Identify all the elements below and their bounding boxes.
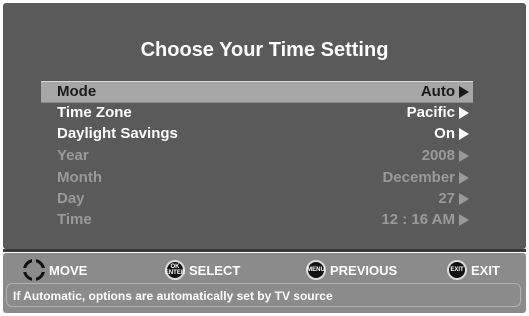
time-setting-menu: Choose Your Time Setting Mode Auto Time …	[3, 3, 526, 249]
info-message: If Automatic, options are automatically …	[6, 283, 521, 307]
menu-row-value: 12 : 16 AM	[381, 211, 455, 228]
nav-move[interactable]: MOVE	[23, 259, 87, 281]
right-arrow-icon[interactable]	[459, 128, 469, 140]
menu-row-day: Day 27	[41, 189, 473, 209]
right-arrow-icon	[459, 150, 469, 162]
nav-previous[interactable]: MENU PREVIOUS	[306, 259, 397, 281]
menu-row-value: Pacific	[406, 104, 455, 121]
nav-exit-label: EXIT	[471, 262, 500, 278]
menu-row-value: On	[434, 125, 455, 142]
nav-move-label: MOVE	[49, 262, 88, 278]
nav-select[interactable]: OK ENTER SELECT	[165, 259, 240, 281]
menu-icon: MENU	[306, 260, 326, 280]
menu-row-month: Month December	[41, 168, 473, 188]
menu-row-value-group: On	[434, 124, 469, 144]
menu-row-label: Year	[57, 147, 89, 164]
menu-row-year: Year 2008	[41, 146, 473, 166]
exit-icon-text: EXIT	[450, 267, 464, 273]
right-arrow-icon[interactable]	[459, 107, 469, 119]
ok-enter-icon: OK ENTER	[165, 260, 185, 280]
right-arrow-icon	[459, 172, 469, 184]
menu-row-label: Day	[57, 190, 85, 207]
nav-previous-label: PREVIOUS	[330, 262, 398, 278]
menu-row-label: Time Zone	[57, 104, 132, 121]
menu-row-value: Auto	[420, 83, 455, 100]
right-arrow-icon	[459, 214, 469, 226]
menu-row-value: 27	[438, 190, 455, 207]
navigation-bar: MOVE OK ENTER SELECT MENU PREVIOUS EXIT …	[3, 253, 526, 313]
enter-icon-text: ENTER	[164, 270, 186, 276]
menu-row-value-group: 12 : 16 AM	[381, 210, 469, 230]
menu-icon-text: MENU	[307, 267, 325, 273]
nav-select-label: SELECT	[189, 262, 241, 278]
menu-row-value-group: Pacific	[407, 103, 469, 123]
nav-exit[interactable]: EXIT EXIT	[447, 259, 500, 281]
right-arrow-icon	[459, 193, 469, 205]
menu-row-value-group: December	[382, 168, 469, 188]
menu-row-time: Time 12 : 16 AM	[41, 210, 473, 230]
menu-row-value-group: 2008	[422, 146, 469, 166]
menu-row-label: Daylight Savings	[57, 125, 178, 142]
menu-row-value-group: 27	[438, 189, 469, 209]
menu-row-label: Mode	[57, 83, 97, 100]
menu-row-mode[interactable]: Mode Auto	[41, 81, 473, 103]
exit-icon: EXIT	[447, 260, 467, 280]
divider	[3, 249, 526, 252]
menu-row-value-group: Auto	[421, 82, 469, 102]
menu-row-time-zone[interactable]: Time Zone Pacific	[41, 103, 473, 123]
menu-row-value: December	[382, 169, 455, 186]
menu-row-daylight-savings[interactable]: Daylight Savings On	[41, 124, 473, 144]
dpad-icon	[23, 259, 45, 281]
menu-row-label: Month	[57, 169, 102, 186]
menu-row-value: 2008	[421, 147, 455, 164]
menu-title: Choose Your Time Setting	[140, 39, 389, 61]
menu-row-label: Time	[57, 211, 92, 228]
right-arrow-icon[interactable]	[459, 86, 469, 98]
